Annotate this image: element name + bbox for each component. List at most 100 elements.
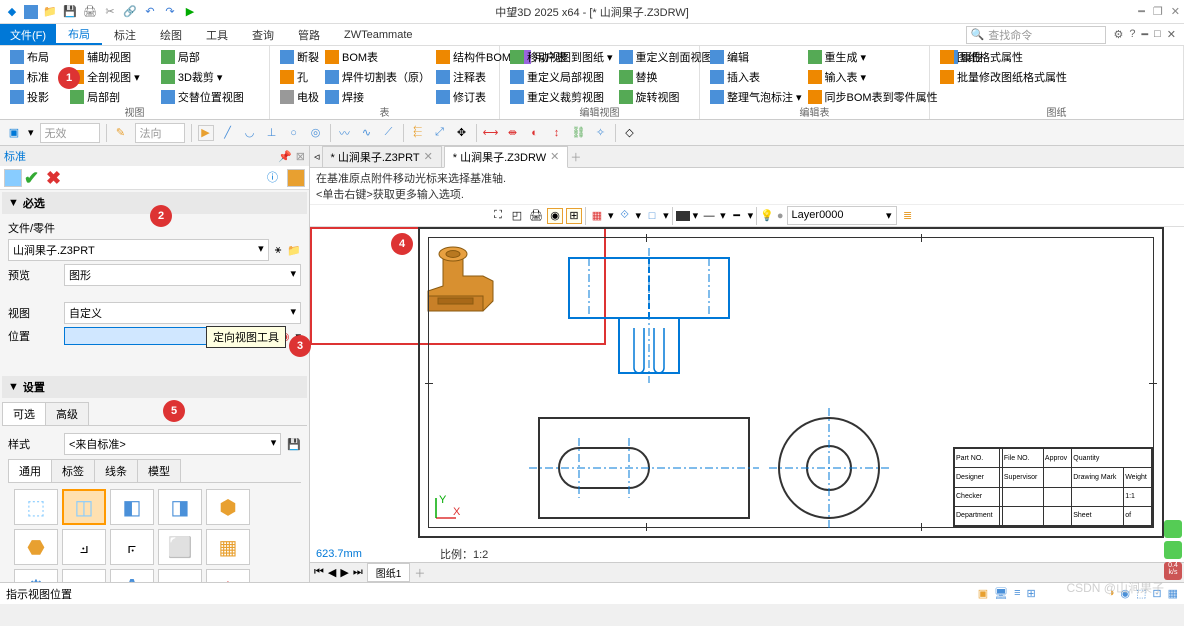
style-cyl[interactable]: ⬢ [206, 489, 250, 525]
sb-icon-3[interactable]: ≡ [1014, 587, 1020, 600]
tab-annotate[interactable]: 标注 [102, 24, 148, 45]
ribbon-batchsheetfmt[interactable]: 批量修改图纸格式属性 [938, 68, 1175, 86]
tab-close-2[interactable]: ✕ [550, 150, 559, 163]
win-min-icon[interactable]: ━ [1142, 28, 1149, 41]
play-icon[interactable]: ▶ [198, 125, 214, 141]
style-diamond[interactable]: ◈ [206, 569, 250, 582]
vt-circle-icon[interactable]: ◉ [547, 208, 563, 224]
close-icon[interactable]: ✕ [1171, 5, 1180, 18]
style-branch[interactable]: ⟓ [62, 529, 106, 565]
float-btn-2[interactable] [1164, 541, 1182, 559]
save-style-icon[interactable]: 💾 [287, 438, 301, 451]
ring-icon[interactable]: ◎ [308, 125, 324, 141]
ribbon-sheetfmt[interactable]: 图纸格式属性 [938, 48, 1175, 66]
vt-bulb-icon[interactable]: 💡 [760, 209, 774, 222]
section-settings[interactable]: ▼ 设置 [2, 376, 307, 398]
wave-icon[interactable]: 〰 [337, 125, 353, 141]
ribbon-section[interactable]: 全剖视图 ▾ [68, 68, 157, 86]
sb-icon-1[interactable]: ▣ [978, 587, 988, 600]
vt-print-icon[interactable]: 🖨 [528, 208, 544, 224]
arc-icon[interactable]: ◡ [242, 125, 258, 141]
perpendicular-icon[interactable]: ⊥ [264, 125, 280, 141]
doc-tab-prt[interactable]: * 山涧果子.Z3PRT✕ [322, 146, 442, 168]
panel-close-icon[interactable]: ⊠ [296, 150, 305, 163]
sheet-prev-icon[interactable]: ◀ [328, 566, 336, 579]
new-icon[interactable] [24, 5, 38, 19]
info-icon[interactable]: ⓘ [267, 169, 285, 187]
tb-dropdown-2[interactable]: 法向 [135, 123, 185, 143]
expand-icon[interactable]: ⚹ [275, 244, 282, 257]
save-icon[interactable]: 💾 [62, 4, 78, 20]
print-icon[interactable]: 🖨 [82, 4, 98, 20]
float-btn-1[interactable] [1164, 520, 1182, 538]
bookmark-icon[interactable] [287, 169, 305, 187]
ribbon-weldcut[interactable]: 焊件切割表（原） [323, 68, 432, 86]
style-cyl2[interactable]: ⬣ [14, 529, 58, 565]
vt-group-icon[interactable]: ⊞ [566, 208, 582, 224]
pan-icon[interactable]: ✥ [454, 125, 470, 141]
ribbon-bom[interactable]: BOM表 [323, 48, 432, 66]
brush-icon[interactable]: ✎ [113, 125, 129, 141]
subtab-advanced[interactable]: 高级 [45, 402, 89, 425]
style-shaded[interactable]: ◧ [110, 489, 154, 525]
gear-icon[interactable]: ⚙ [1114, 28, 1124, 41]
circle-icon[interactable]: ○ [286, 125, 302, 141]
vt-color-icon[interactable] [676, 211, 690, 221]
ribbon-break[interactable]: 断裂 [278, 48, 321, 66]
bottomtab-line[interactable]: 线条 [94, 459, 138, 482]
scale-icon[interactable]: ⤢ [432, 125, 448, 141]
cancel-icon[interactable]: ✖ [46, 168, 66, 188]
dim2-icon[interactable]: ⇼ [505, 125, 521, 141]
ribbon-3dcrop[interactable]: 3D裁剪 ▾ [159, 68, 261, 86]
redo-icon[interactable]: ↷ [162, 4, 178, 20]
bottomtab-label[interactable]: 标签 [51, 459, 95, 482]
subtab-optional[interactable]: 可选 [2, 402, 46, 425]
curve2-icon[interactable]: ∿ [359, 125, 375, 141]
tab-zwteammate[interactable]: ZWTeammate [332, 24, 424, 45]
style-shaded2[interactable]: ◨ [158, 489, 202, 525]
ribbon-edit[interactable]: 编辑 [708, 48, 804, 66]
style-box[interactable]: ⬜ [158, 529, 202, 565]
sb-icon-4[interactable]: ⊞ [1026, 587, 1035, 600]
bottomtab-model[interactable]: 模型 [137, 459, 181, 482]
pin-icon[interactable]: 📌 [278, 150, 292, 163]
filter-icon[interactable]: ▣ [6, 125, 22, 141]
view-select[interactable]: 自定义▾ [64, 302, 301, 324]
style-hidden[interactable]: ◫ [62, 489, 106, 525]
sb-icon-2[interactable]: 🖥 [994, 587, 1008, 600]
drawing-canvas[interactable]: Part NO.File NO.ApprovQuantity DesignerS… [310, 227, 1184, 562]
sheet-add-icon[interactable]: ＋ [414, 565, 425, 581]
snap-icon[interactable]: ✧ [593, 125, 609, 141]
ribbon-auxview[interactable]: 辅助视图 [68, 48, 157, 66]
sheet-next-icon[interactable]: ▶ [340, 566, 348, 579]
tab-query[interactable]: 查询 [240, 24, 286, 45]
tab-close-1[interactable]: ✕ [424, 150, 433, 163]
slash-icon[interactable]: ⟋ [381, 125, 397, 141]
folder-icon[interactable]: 📁 [287, 244, 301, 257]
doc-tab-drw[interactable]: * 山涧果子.Z3DRW✕ [444, 146, 569, 168]
vt-line-icon[interactable]: — [701, 208, 717, 224]
tab-add-icon[interactable]: ＋ [570, 149, 581, 165]
open-icon[interactable]: 📁 [42, 4, 58, 20]
xyz-icon[interactable]: ⬱ [410, 125, 426, 141]
ribbon-local[interactable]: 局部 [159, 48, 261, 66]
win-close-icon[interactable]: ✕ [1167, 28, 1176, 41]
dim3-icon[interactable]: ◐ [527, 125, 543, 141]
style-scale[interactable]: ↔ [62, 569, 106, 582]
sp-icon-1[interactable] [4, 169, 22, 187]
vt-grid-icon[interactable]: ▦ [589, 208, 605, 224]
style-sine[interactable]: 〜 [158, 569, 202, 582]
cut-icon[interactable]: ✂ [102, 4, 118, 20]
layer-dropdown[interactable]: Layer0000▾ [787, 206, 897, 225]
style-hatch[interactable]: ▦ [206, 529, 250, 565]
sheet-tab-1[interactable]: 图纸1 [367, 563, 411, 582]
tab-pipe[interactable]: 管路 [286, 24, 332, 45]
tab-draw[interactable]: 绘图 [148, 24, 194, 45]
vt-square-icon[interactable]: □ [644, 208, 660, 224]
style-letter-A[interactable]: A [110, 569, 154, 582]
tb-dd-arrow1[interactable]: ▾ [28, 126, 34, 139]
style-select[interactable]: <来自标准>▾ [64, 433, 281, 455]
style-branch2[interactable]: ⟔ [110, 529, 154, 565]
search-input[interactable]: 🔍查找命令 [966, 26, 1106, 44]
tab-layout[interactable]: 布局 [56, 24, 102, 45]
